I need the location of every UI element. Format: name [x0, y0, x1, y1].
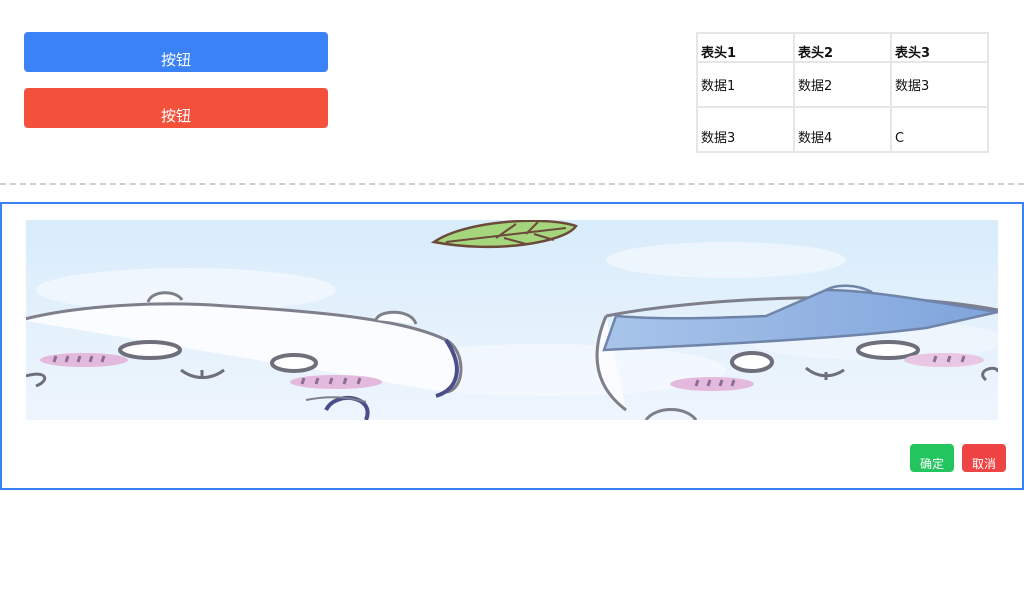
primary-button[interactable]: 按钮: [24, 32, 328, 72]
table-header-cell: 表头2: [793, 32, 892, 63]
table-cell: C: [890, 106, 989, 153]
confirm-button[interactable]: 确定: [910, 444, 954, 472]
cancel-button[interactable]: 取消: [962, 444, 1006, 472]
table-row: 数据1 数据2 数据3: [696, 61, 989, 108]
cartoon-banner-image: [26, 220, 998, 420]
table-cell: 数据4: [793, 106, 892, 153]
table-cell: 数据3: [696, 106, 795, 153]
table-cell: 数据1: [696, 61, 795, 108]
dashed-divider: [0, 183, 1024, 185]
data-table: 表头1 表头2 表头3 数据1 数据2 数据3 数据3 数据4 C: [696, 32, 989, 153]
table-row: 数据3 数据4 C: [696, 106, 989, 153]
table-cell: 数据2: [793, 61, 892, 108]
danger-button[interactable]: 按钮: [24, 88, 328, 128]
table-cell: 数据3: [890, 61, 989, 108]
table-header-row: 表头1 表头2 表头3: [696, 32, 989, 63]
table-header-cell: 表头1: [696, 32, 795, 63]
table-header-cell: 表头3: [890, 32, 989, 63]
page: 按钮 按钮 表头1 表头2 表头3 数据1 数据2 数据3 数据3 数据4 C: [0, 0, 1024, 605]
